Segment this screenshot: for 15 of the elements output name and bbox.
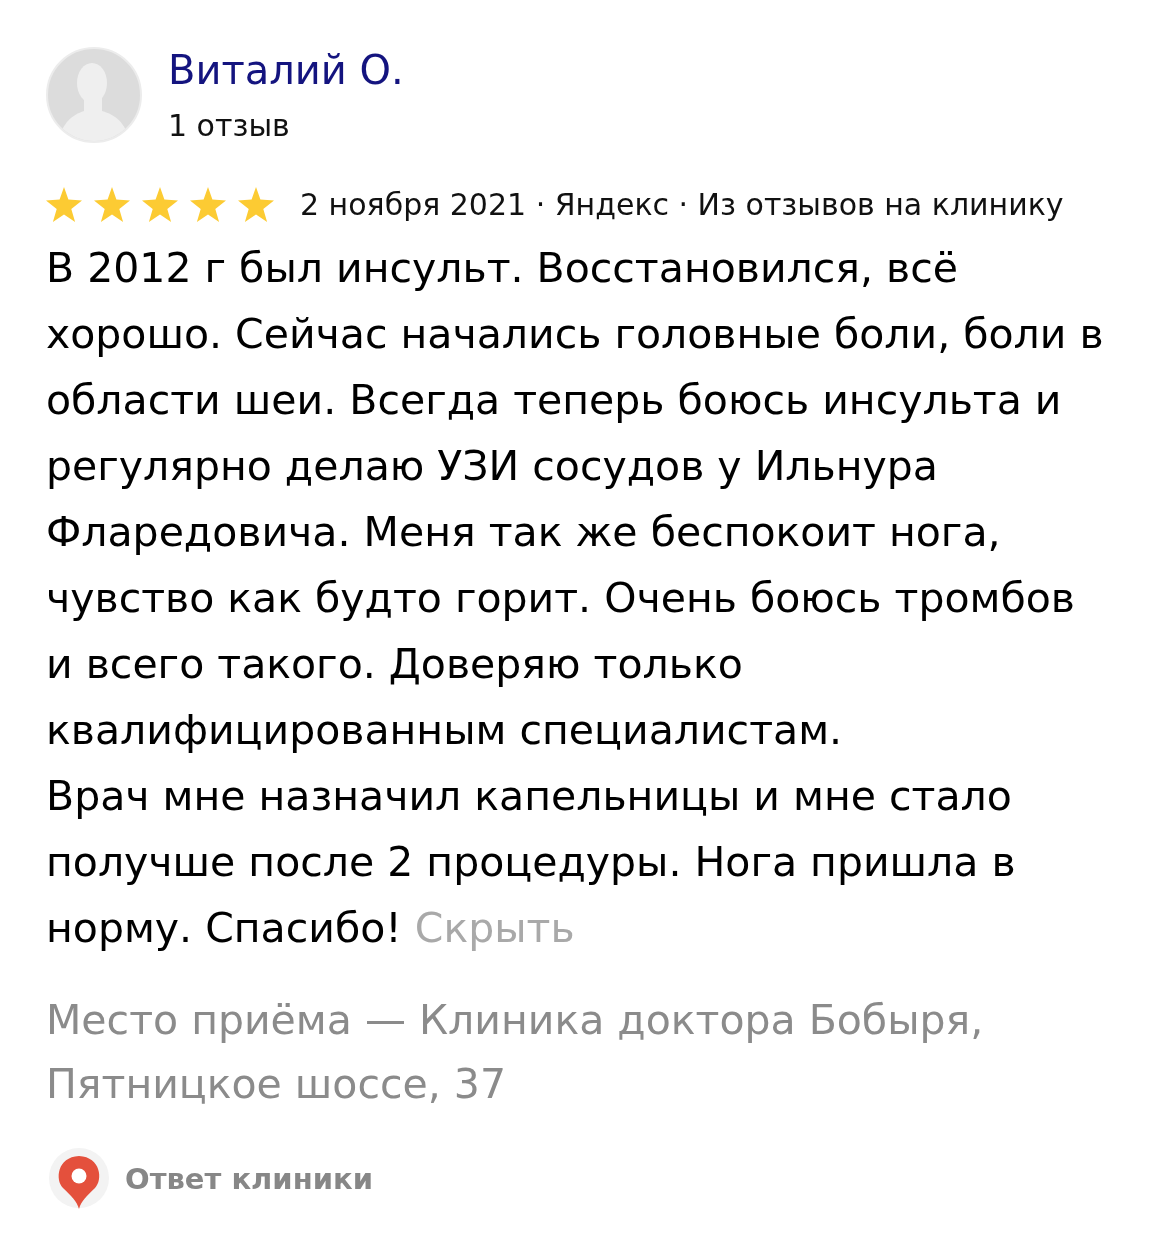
clinic-reply-button[interactable]: Ответ клиники xyxy=(125,1162,373,1196)
star-icon xyxy=(94,186,130,222)
hide-link[interactable]: Скрыть xyxy=(414,904,575,952)
review-count: 1 отзыв xyxy=(168,107,290,145)
clinic-location: Место приёма — Клиника доктора Бобыря, Пятницкое шоссе, 37 xyxy=(46,995,985,1110)
star-icon xyxy=(46,186,82,222)
star-icon xyxy=(238,186,274,222)
star-icon xyxy=(190,186,226,222)
review-meta: 2 ноября 2021 · Яндекс · Из отзывов на клинику xyxy=(300,186,1064,222)
map-pin-icon xyxy=(48,1148,110,1210)
avatar-silhouette-icon xyxy=(46,47,142,143)
review-text: Врач мне назначил капельницы и мне стало получше после 2 процедуры. Нога пришла в норму. Спасибо! Скрыть xyxy=(46,771,1017,954)
star-icon xyxy=(142,186,178,222)
review-text: В 2012 г был инсульт. Восстановился, всё хорошо. Сейчас начались головные боли, боли в области шеи. Всегда теперь боюсь инсульта и регулярно делаю УЗИ сосудов у Ильнура Фларедовича. Меня так же беспокоит нога, чувство как будто горит. Очень боюсь тромбов и всего такого. Доверяю только квалифицированным специалистам. xyxy=(46,243,1105,756)
author-name[interactable]: Виталий О. xyxy=(168,47,404,93)
